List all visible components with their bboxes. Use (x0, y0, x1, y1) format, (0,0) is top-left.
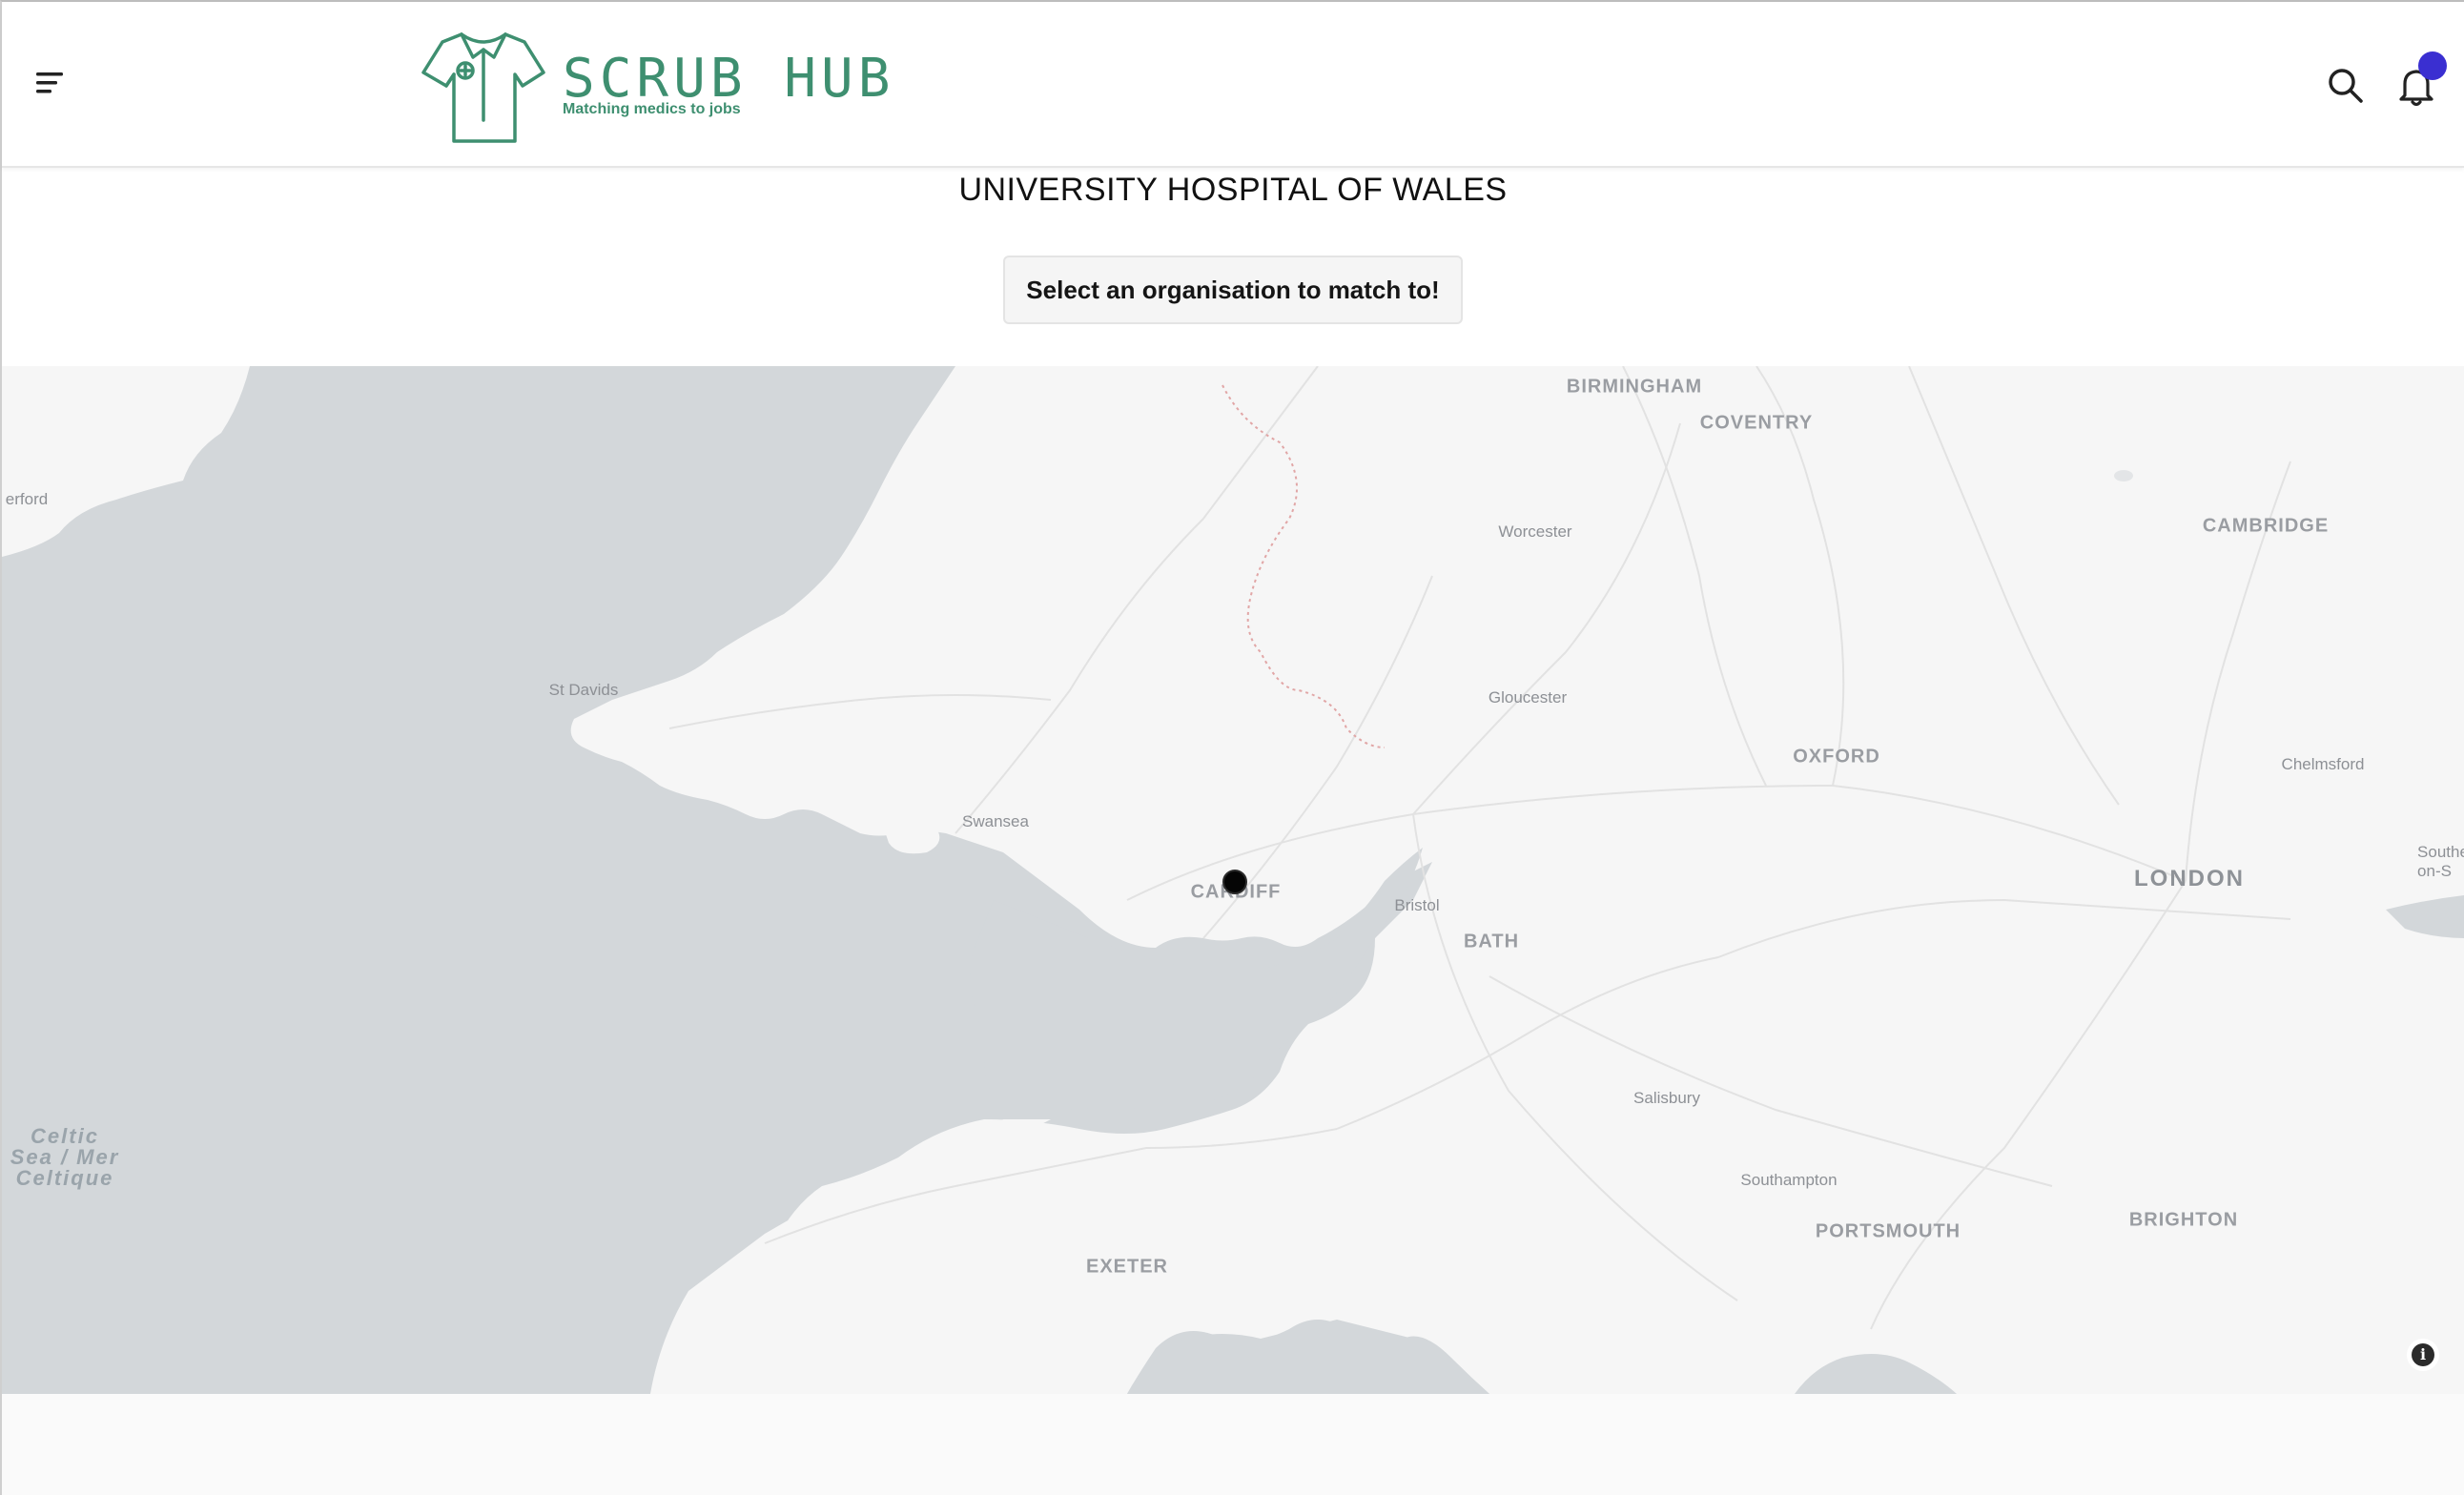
map-label-brighton: BRIGHTON (2128, 1209, 2239, 1231)
map-label-coventry: COVENTRY (1699, 412, 1814, 434)
scrub-hub-logo[interactable]: SCRUB HUB Matching medics to jobs (421, 29, 890, 145)
search-icon (2329, 69, 2363, 103)
logo-tagline: Matching medics to jobs (563, 101, 741, 117)
map-label-swansea: Swansea (962, 812, 1029, 830)
map-label-chelmsford: Chelmsford (2281, 755, 2365, 773)
map-label-celtic-sea: Celtic Sea / Mer Celtique (10, 1124, 120, 1190)
notification-badge[interactable] (2418, 51, 2447, 80)
map-label-southampton: Southampton (1740, 1171, 1838, 1189)
map-label-gloucester: Gloucester (1488, 688, 1568, 707)
map-label-southend: Southe on-S (2417, 843, 2464, 880)
map-label-oxford: OXFORD (1793, 746, 1880, 768)
menu-button[interactable] (31, 67, 72, 101)
map-label-bath: BATH (1463, 931, 1520, 952)
page: SCRUB HUB Matching medics to jobs UNIVER… (0, 0, 2464, 1495)
page-footer (2, 1394, 2464, 1495)
map-label-haverfordwest: erford (5, 490, 49, 508)
map-view[interactable]: BIRMINGHAM COVENTRY CAMBRIDGE Worcester … (2, 366, 2464, 1394)
map-label-salisbury: Salisbury (1633, 1089, 1700, 1107)
map-label-portsmouth: PORTSMOUTH (1815, 1220, 1961, 1242)
map-label-bristol: Bristol (1394, 896, 1440, 914)
map-label-worcester: Worcester (1498, 522, 1572, 541)
map-label-london: LONDON (2134, 866, 2245, 891)
hospital-location-marker[interactable] (1222, 870, 1247, 894)
hamburger-menu-icon (36, 72, 63, 93)
select-organisation-button[interactable]: Select an organisation to match to! (1003, 256, 1463, 324)
scrubs-shirt-icon (421, 32, 545, 143)
top-app-bar: SCRUB HUB Matching medics to jobs (2, 2, 2464, 168)
map-label-cambridge: CAMBRIDGE (2202, 515, 2330, 537)
organisation-title: UNIVERSITY HOSPITAL OF WALES (958, 172, 1508, 208)
map-label-birmingham: BIRMINGHAM (1566, 376, 1703, 398)
map-label-exeter: EXETER (1085, 1256, 1169, 1278)
info-icon: i (2412, 1343, 2434, 1366)
map-attribution-button[interactable]: i (2407, 1339, 2439, 1371)
map-label-st-davids: St Davids (548, 681, 619, 699)
search-button[interactable] (2325, 65, 2367, 107)
